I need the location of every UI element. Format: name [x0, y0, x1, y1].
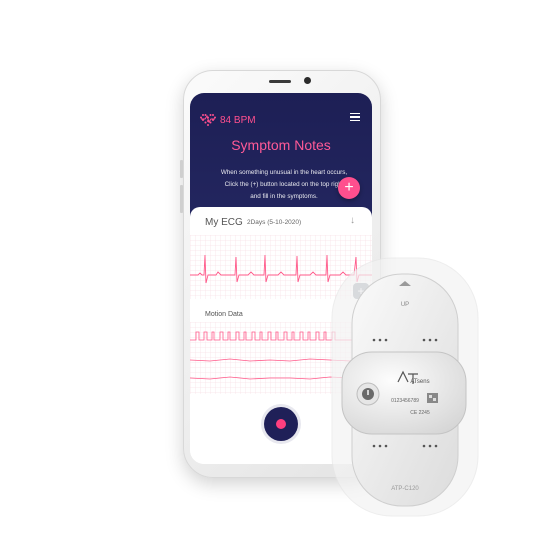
phone-side-button [180, 185, 183, 213]
ecg-patch-device: UP ATsens 0123456789 CE 2245 ATP-C120 [331, 257, 479, 517]
instruction-line: When something unusual in the heart occu… [220, 169, 348, 176]
ecg-date: 2Days (5-10-2020) [247, 219, 302, 226]
page-title: Symptom Notes [231, 137, 331, 153]
arrow-down-icon[interactable]: ↓ [350, 215, 355, 226]
device-serial: 0123456789 [391, 398, 419, 404]
device-model: ATP-C120 [391, 486, 419, 492]
record-button[interactable] [264, 407, 298, 441]
phone-speaker [269, 80, 291, 83]
device-brand: ATsens [410, 379, 429, 385]
heart-rate-indicator: 84 BPM [200, 113, 256, 127]
ecg-title: My ECG [205, 217, 243, 228]
record-icon [276, 419, 286, 429]
menu-icon[interactable] [350, 113, 360, 122]
phone-camera [304, 77, 311, 84]
app-header: 84 BPM Symptom Notes When something unus… [190, 93, 372, 219]
heart-rate-value: 84 BPM [220, 114, 256, 126]
device-ce-mark: CE 2245 [410, 410, 430, 416]
motion-title: Motion Data [205, 311, 243, 318]
add-symptom-button[interactable]: + [338, 177, 360, 199]
product-scene: 84 BPM Symptom Notes When something unus… [0, 0, 540, 545]
heart-icon [200, 114, 216, 126]
phone-side-button [180, 160, 183, 178]
device-up-label: UP [401, 302, 409, 308]
